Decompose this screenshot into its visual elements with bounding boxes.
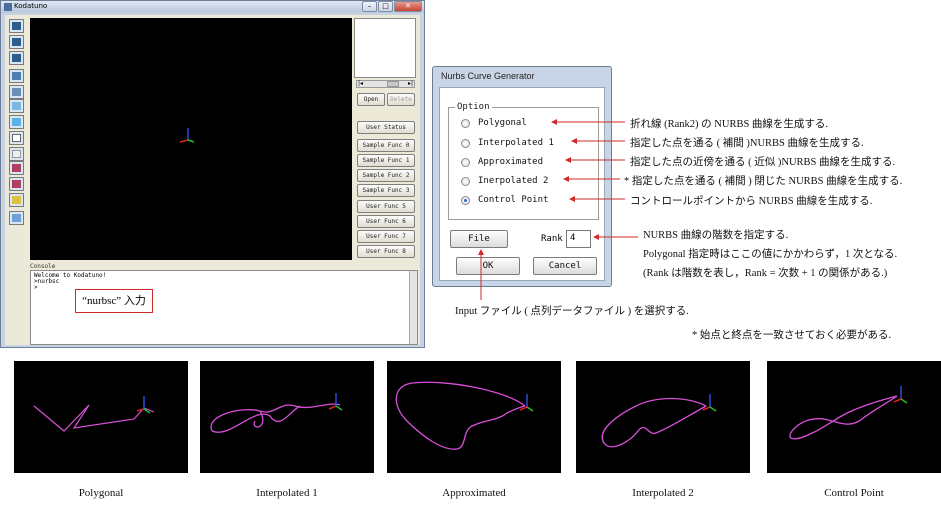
console-vscroll[interactable] bbox=[409, 271, 417, 344]
interpolated-1-curve bbox=[210, 393, 343, 433]
caption-interpolated-2: Interpolated 2 bbox=[632, 487, 694, 499]
app-icon bbox=[4, 3, 12, 11]
maximize-button[interactable]: □ bbox=[378, 1, 393, 12]
user-func-5-button[interactable]: User Func 5 bbox=[357, 200, 415, 213]
caption-interpolated-1: Interpolated 1 bbox=[256, 487, 318, 499]
polygonal-curve bbox=[33, 396, 155, 432]
view-axo-icon[interactable] bbox=[9, 69, 24, 83]
caption-approximated: Approximated bbox=[442, 487, 506, 499]
close-button[interactable]: ✕ bbox=[394, 1, 422, 12]
user-status-button[interactable]: User Status bbox=[357, 121, 415, 134]
interpolated-2-curve bbox=[601, 394, 717, 448]
option-label: Approximated bbox=[478, 157, 544, 167]
view-side-icon[interactable] bbox=[9, 35, 24, 49]
annotation-interpolated-1: 指定した点を通る ( 補間 )NURBS 曲線を生成する. bbox=[630, 138, 864, 149]
option-legend: Option bbox=[455, 102, 492, 112]
kodatuno-window: Kodatuno – □ ✕ |◂ ▸| Open Delete User St… bbox=[0, 0, 425, 348]
annotation-note: * 始点と終点を一致させておく必要がある. bbox=[692, 330, 892, 341]
window-title: Kodatuno bbox=[14, 2, 48, 10]
rank-input[interactable]: 4 bbox=[566, 230, 591, 248]
solid-icon[interactable] bbox=[9, 99, 24, 113]
title-bar[interactable]: Kodatuno – □ ✕ bbox=[1, 1, 424, 13]
user-func-6-button[interactable]: User Func 6 bbox=[357, 215, 415, 228]
edit-icon[interactable] bbox=[9, 193, 24, 207]
scroll-right-arrow[interactable]: ▸| bbox=[408, 80, 413, 87]
view-screen-icon[interactable] bbox=[9, 85, 24, 99]
sample-func-1-button[interactable]: Sample Func 1 bbox=[357, 154, 415, 167]
annotation-file: Input ファイル ( 点列データファイル ) を選択する. bbox=[455, 306, 689, 317]
ok-button[interactable]: OK bbox=[456, 257, 520, 275]
console-label: Console bbox=[30, 263, 56, 270]
option-label: Interpolated 1 bbox=[478, 138, 554, 148]
cancel-button[interactable]: Cancel bbox=[533, 257, 597, 275]
option-group: Option Polygonal Interpolated 1 Approxim… bbox=[448, 102, 599, 220]
option-label: Inerpolated 2 bbox=[478, 176, 549, 186]
annotation-approximated: 指定した点の近傍を通る ( 近似 )NURBS 曲線を生成する. bbox=[630, 157, 896, 168]
dialog-body: Option Polygonal Interpolated 1 Approxim… bbox=[439, 87, 605, 281]
annotation-polygonal: 折れ線 (Rank2) の NURBS 曲線を生成する. bbox=[630, 119, 829, 130]
annotation-rank-2: Polygonal 指定時はここの値にかかわらず，1 次となる. bbox=[643, 249, 898, 260]
delete-button[interactable]: Delete bbox=[387, 93, 415, 106]
view-top-icon[interactable] bbox=[9, 51, 24, 65]
option-label: Control Point bbox=[478, 195, 549, 205]
control-point-curve bbox=[789, 386, 908, 440]
result-polygonal-image bbox=[14, 361, 188, 473]
3d-viewport[interactable] bbox=[30, 18, 352, 260]
scroll-left-arrow[interactable]: |◂ bbox=[358, 80, 363, 87]
view-front-icon[interactable] bbox=[9, 19, 24, 33]
annotation-rank-3: (Rank は階数を表し，Rank = 次数 + 1 の関係がある.) bbox=[643, 268, 888, 279]
list-hscroll[interactable]: |◂ ▸| bbox=[356, 80, 415, 88]
user-func-8-button[interactable]: User Func 8 bbox=[357, 245, 415, 258]
sample-func-0-button[interactable]: Sample Func 0 bbox=[357, 139, 415, 152]
result-interpolated-2-image bbox=[576, 361, 750, 473]
radio-selected-icon[interactable] bbox=[461, 196, 470, 205]
radio-icon[interactable] bbox=[461, 158, 470, 167]
object-list[interactable] bbox=[354, 18, 416, 78]
radio-icon[interactable] bbox=[461, 177, 470, 186]
split2-icon[interactable] bbox=[9, 177, 24, 191]
object-panel: |◂ ▸| Open Delete User Status Sample Fun… bbox=[354, 18, 418, 260]
color-icon[interactable] bbox=[9, 211, 24, 225]
open-button[interactable]: Open bbox=[357, 93, 385, 106]
annotation-control-point: コントロールポイントから NURBS 曲線を生成する. bbox=[630, 196, 873, 207]
result-control-point-image bbox=[767, 361, 941, 473]
radio-icon[interactable] bbox=[461, 119, 470, 128]
client-area: |◂ ▸| Open Delete User Status Sample Fun… bbox=[5, 15, 420, 345]
sample-func-3-button[interactable]: Sample Func 3 bbox=[357, 184, 415, 197]
view-toolbar bbox=[5, 15, 27, 261]
dialog-title: Nurbs Curve Generator bbox=[441, 71, 535, 81]
scroll-thumb[interactable] bbox=[387, 81, 399, 87]
approximated-curve bbox=[395, 381, 534, 450]
hidden-icon[interactable] bbox=[9, 147, 24, 161]
annotation-interpolated-2: * 指定した点を通る ( 補間 ) 閉じた NURBS 曲線を生成する. bbox=[624, 176, 903, 187]
axis-gizmo bbox=[180, 128, 195, 143]
minimize-button[interactable]: – bbox=[362, 1, 377, 12]
annotation-rank-1: NURBS 曲線の階数を指定する. bbox=[643, 230, 789, 241]
file-button[interactable]: File bbox=[450, 230, 508, 248]
caption-control-point: Control Point bbox=[824, 487, 884, 499]
sample-func-2-button[interactable]: Sample Func 2 bbox=[357, 169, 415, 182]
result-interpolated-1-image bbox=[200, 361, 374, 473]
rank-label: Rank bbox=[541, 234, 563, 244]
user-func-7-button[interactable]: User Func 7 bbox=[357, 230, 415, 243]
split-icon[interactable] bbox=[9, 161, 24, 175]
option-label: Polygonal bbox=[478, 118, 527, 128]
result-approximated-image bbox=[387, 361, 561, 473]
shade-icon[interactable] bbox=[9, 115, 24, 129]
nurbsc-input-callout: “nurbsc” 入力 bbox=[75, 289, 153, 313]
nurbs-curve-generator-dialog: Nurbs Curve Generator Option Polygonal I… bbox=[432, 66, 612, 287]
radio-icon[interactable] bbox=[461, 139, 470, 148]
caption-polygonal: Polygonal bbox=[78, 487, 124, 499]
wire-icon[interactable] bbox=[9, 131, 24, 145]
